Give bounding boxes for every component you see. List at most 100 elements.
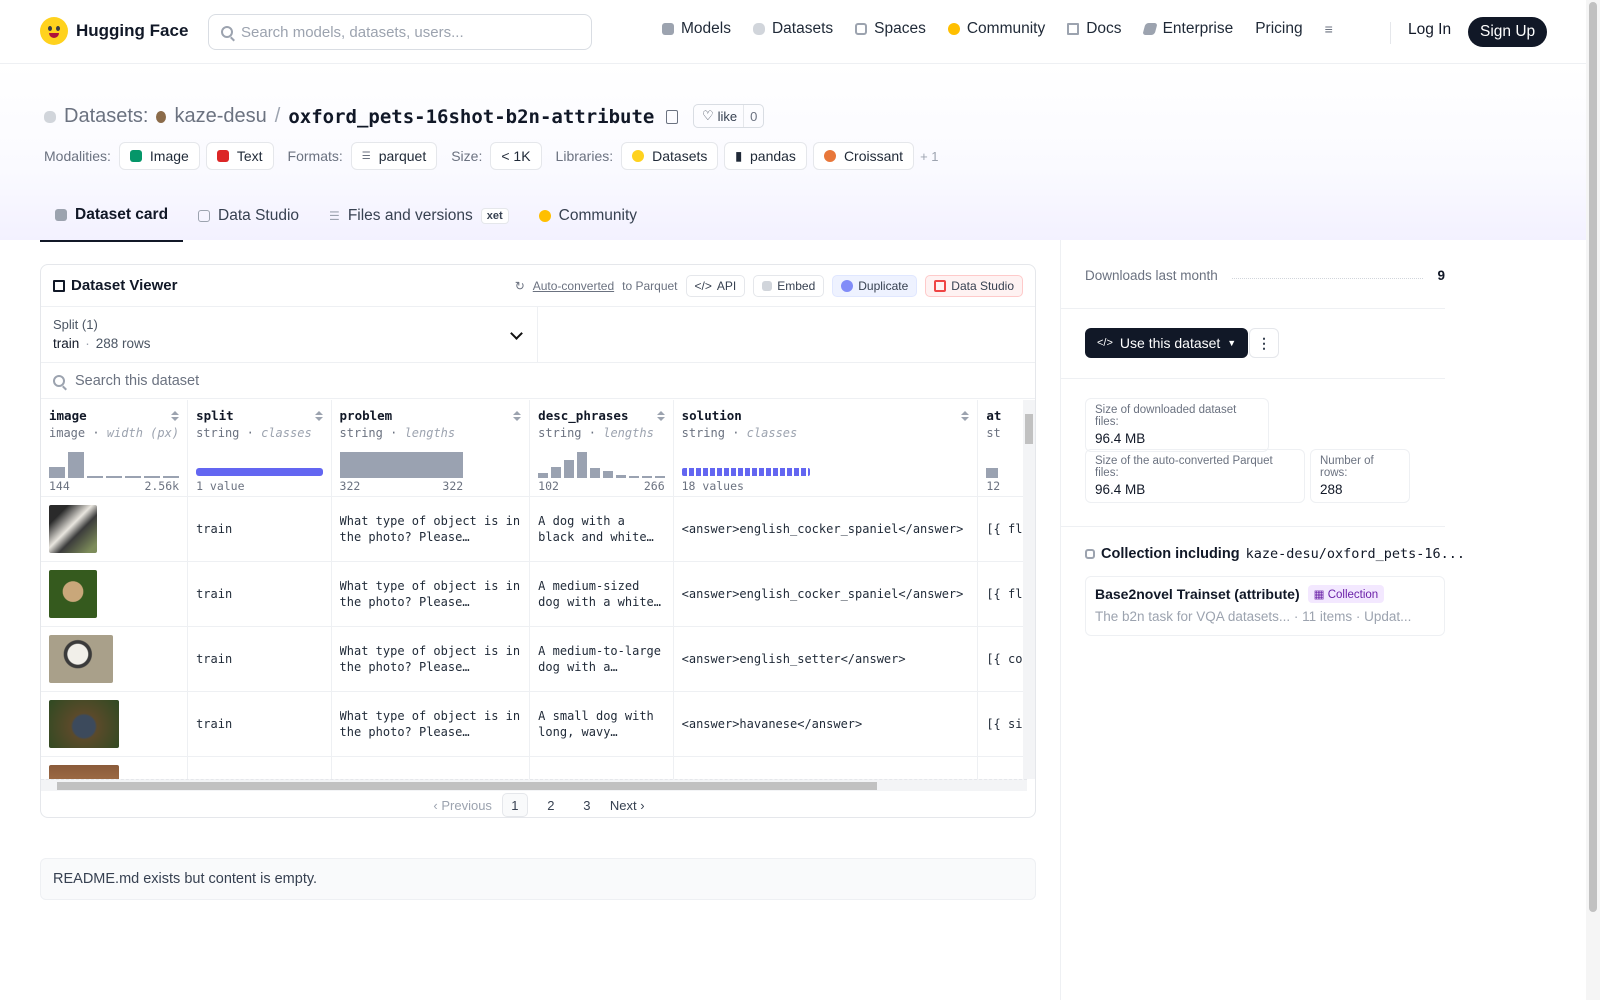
owner-link[interactable]: kaze-desu bbox=[174, 105, 266, 128]
stat-label: Number of rows: bbox=[1320, 455, 1374, 479]
api-button[interactable]: </> API bbox=[685, 274, 746, 297]
nav-more-menu-icon[interactable]: ≡ bbox=[1325, 21, 1333, 37]
next-page-button[interactable]: Next › bbox=[610, 793, 645, 817]
histogram-image-width[interactable] bbox=[49, 446, 180, 478]
tag-pandas-library[interactable]: ▮ pandas bbox=[724, 142, 807, 170]
image-thumbnail[interactable] bbox=[49, 569, 97, 618]
next-label: Next bbox=[609, 797, 637, 813]
previous-page-button[interactable]: ‹ Previous bbox=[433, 793, 492, 817]
tag-text[interactable]: Text bbox=[205, 142, 274, 170]
embed-button[interactable]: Embed bbox=[753, 274, 825, 297]
column-header-desc-phrases[interactable]: desc_phrases string · lengths 102 266 bbox=[529, 400, 674, 497]
image-thumbnail[interactable] bbox=[49, 699, 119, 748]
like-button[interactable]: ♡ like 0 bbox=[693, 104, 765, 128]
sort-icon[interactable] bbox=[656, 411, 665, 421]
nav-spaces-label: Spaces bbox=[874, 20, 926, 37]
histogram-desc-length[interactable] bbox=[538, 446, 665, 478]
brand-link[interactable]: Hugging Face bbox=[40, 17, 188, 45]
nav-pricing[interactable]: Pricing bbox=[1255, 20, 1302, 38]
split-cell: train bbox=[196, 651, 233, 666]
repo-name[interactable]: oxford_pets-16shot-b2n-attribute bbox=[288, 106, 654, 128]
auto-converted-link[interactable]: Auto-converted bbox=[533, 279, 614, 293]
nav-models[interactable]: Models bbox=[662, 20, 731, 38]
data-studio-button[interactable]: Data Studio bbox=[925, 274, 1023, 297]
main-menu: Models Datasets Spaces Community Docs En… bbox=[662, 20, 1333, 38]
table-row[interactable] bbox=[41, 756, 1035, 779]
collection-card[interactable]: Base2novel Trainset (attribute) ▦ Collect… bbox=[1085, 576, 1445, 636]
repo-type-label[interactable]: Datasets: bbox=[64, 105, 148, 128]
to-parquet-text: to Parquet bbox=[622, 278, 678, 293]
sort-icon[interactable] bbox=[314, 411, 323, 421]
tab-community[interactable]: Community bbox=[524, 196, 652, 242]
horizontal-scrollbar[interactable] bbox=[41, 779, 1027, 791]
tag-croissant-library[interactable]: Croissant bbox=[812, 142, 915, 170]
chevron-down-icon: ▼ bbox=[1227, 338, 1237, 348]
nav-enterprise[interactable]: Enterprise bbox=[1141, 20, 1233, 38]
nav-datasets[interactable]: Datasets bbox=[752, 20, 833, 38]
use-this-dataset-button[interactable]: </> Use this dataset ▼ bbox=[1085, 328, 1249, 358]
copy-icon[interactable] bbox=[666, 109, 679, 124]
tag-parquet[interactable]: ☰ parquet bbox=[350, 142, 438, 170]
image-thumbnail[interactable] bbox=[49, 764, 119, 779]
split-selector[interactable]: Split (1) train · 288 rows bbox=[41, 307, 538, 363]
data-grid[interactable]: image image · width (px) 144 2.56k split … bbox=[41, 400, 1035, 779]
owner-avatar bbox=[156, 110, 167, 123]
more-options-button[interactable]: ⋮ bbox=[1249, 328, 1279, 358]
image-thumbnail[interactable] bbox=[49, 504, 97, 553]
histogram-attribute[interactable] bbox=[986, 446, 1028, 478]
dataset-search-placeholder: Search this dataset bbox=[75, 372, 200, 389]
dataset-search-input[interactable]: Search this dataset bbox=[41, 363, 1035, 399]
sort-icon[interactable] bbox=[171, 411, 180, 421]
parquet-size-stat: Size of the auto-converted Parquet files… bbox=[1085, 449, 1305, 503]
nav-community[interactable]: Community bbox=[947, 20, 1045, 38]
image-thumbnail[interactable] bbox=[49, 634, 113, 683]
collection-description: The b2n task for VQA datasets... bbox=[1095, 609, 1291, 624]
grid-icon bbox=[855, 23, 868, 35]
table-row[interactable]: train What type of object is in the phot… bbox=[41, 561, 1035, 627]
page-scrollbar[interactable] bbox=[1586, 0, 1600, 1000]
class-bar[interactable] bbox=[196, 468, 323, 476]
tag-datasets-library[interactable]: Datasets bbox=[621, 142, 719, 170]
page-1-button[interactable]: 1 bbox=[501, 793, 528, 817]
duplicate-button[interactable]: Duplicate bbox=[832, 274, 918, 297]
login-link[interactable]: Log In bbox=[1408, 21, 1451, 39]
vertical-scrollbar[interactable] bbox=[1023, 400, 1035, 779]
page-scroll-thumb[interactable] bbox=[1589, 2, 1597, 912]
tab-files[interactable]: ☰ Files and versions xet bbox=[314, 196, 524, 242]
page-2-button[interactable]: 2 bbox=[538, 793, 564, 817]
tag-image[interactable]: Image bbox=[118, 142, 200, 170]
parquet-icon: ☰ bbox=[361, 150, 371, 162]
more-libraries[interactable]: + 1 bbox=[920, 149, 938, 164]
table-row[interactable]: train What type of object is in the phot… bbox=[41, 496, 1035, 562]
tab-dataset-card[interactable]: Dataset card bbox=[40, 196, 184, 242]
class-bar[interactable] bbox=[681, 468, 810, 476]
nav-docs[interactable]: Docs bbox=[1067, 20, 1122, 38]
signup-button[interactable]: Sign Up bbox=[1468, 17, 1548, 47]
tag-size[interactable]: < 1K bbox=[490, 142, 542, 170]
horizontal-scroll-thumb[interactable] bbox=[57, 782, 877, 790]
histogram-problem-length[interactable] bbox=[339, 446, 464, 478]
sort-icon[interactable] bbox=[961, 411, 970, 421]
stat-label: Size of downloaded dataset files: bbox=[1095, 404, 1237, 428]
vertical-scroll-thumb[interactable] bbox=[1025, 414, 1033, 444]
global-search-input[interactable]: Search models, datasets, users... bbox=[208, 14, 592, 50]
nav-spaces[interactable]: Spaces bbox=[855, 20, 926, 38]
table-row[interactable]: train What type of object is in the phot… bbox=[41, 626, 1035, 692]
tab-dataset-card-label: Dataset card bbox=[75, 206, 169, 223]
table-row[interactable]: train What type of object is in the phot… bbox=[41, 691, 1035, 757]
column-header-image[interactable]: image image · width (px) 144 2.56k bbox=[41, 400, 189, 497]
downloads-value: 9 bbox=[1437, 268, 1445, 283]
column-name: problem bbox=[339, 408, 393, 423]
sort-icon[interactable] bbox=[513, 411, 522, 421]
data-studio-icon bbox=[934, 279, 947, 292]
column-header-solution[interactable]: solution string · classes 18 values bbox=[673, 400, 979, 497]
previous-label: Previous bbox=[441, 797, 492, 813]
collection-target: kaze-desu/oxford_pets-16... bbox=[1245, 546, 1466, 562]
split-label: Split (1) bbox=[53, 317, 98, 332]
column-header-problem[interactable]: problem string · lengths 322 322 bbox=[331, 400, 531, 497]
tab-data-studio[interactable]: Data Studio bbox=[183, 196, 314, 242]
page-3-button[interactable]: 3 bbox=[574, 793, 600, 817]
text-icon bbox=[216, 150, 229, 162]
api-button-label: API bbox=[716, 278, 737, 293]
column-header-split[interactable]: split string · classes 1 value bbox=[187, 400, 332, 497]
